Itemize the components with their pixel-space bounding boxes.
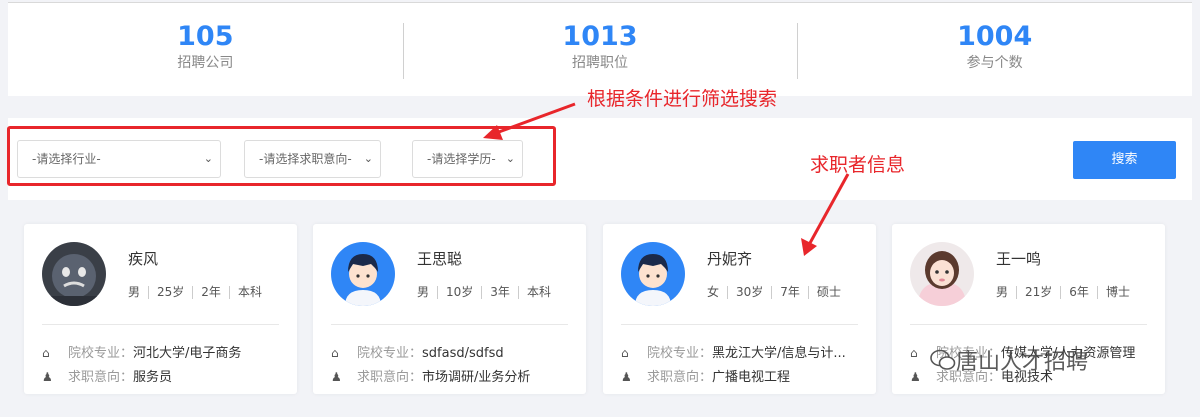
arrow-line — [808, 173, 850, 244]
watermark-text: 唐山人才招聘 — [956, 350, 1089, 375]
arrow-line — [495, 102, 576, 135]
wechat-icon — [930, 349, 956, 370]
arrow-head — [483, 125, 503, 140]
watermark: 唐山人才招聘 — [930, 342, 1160, 382]
arrow-head — [801, 238, 817, 256]
